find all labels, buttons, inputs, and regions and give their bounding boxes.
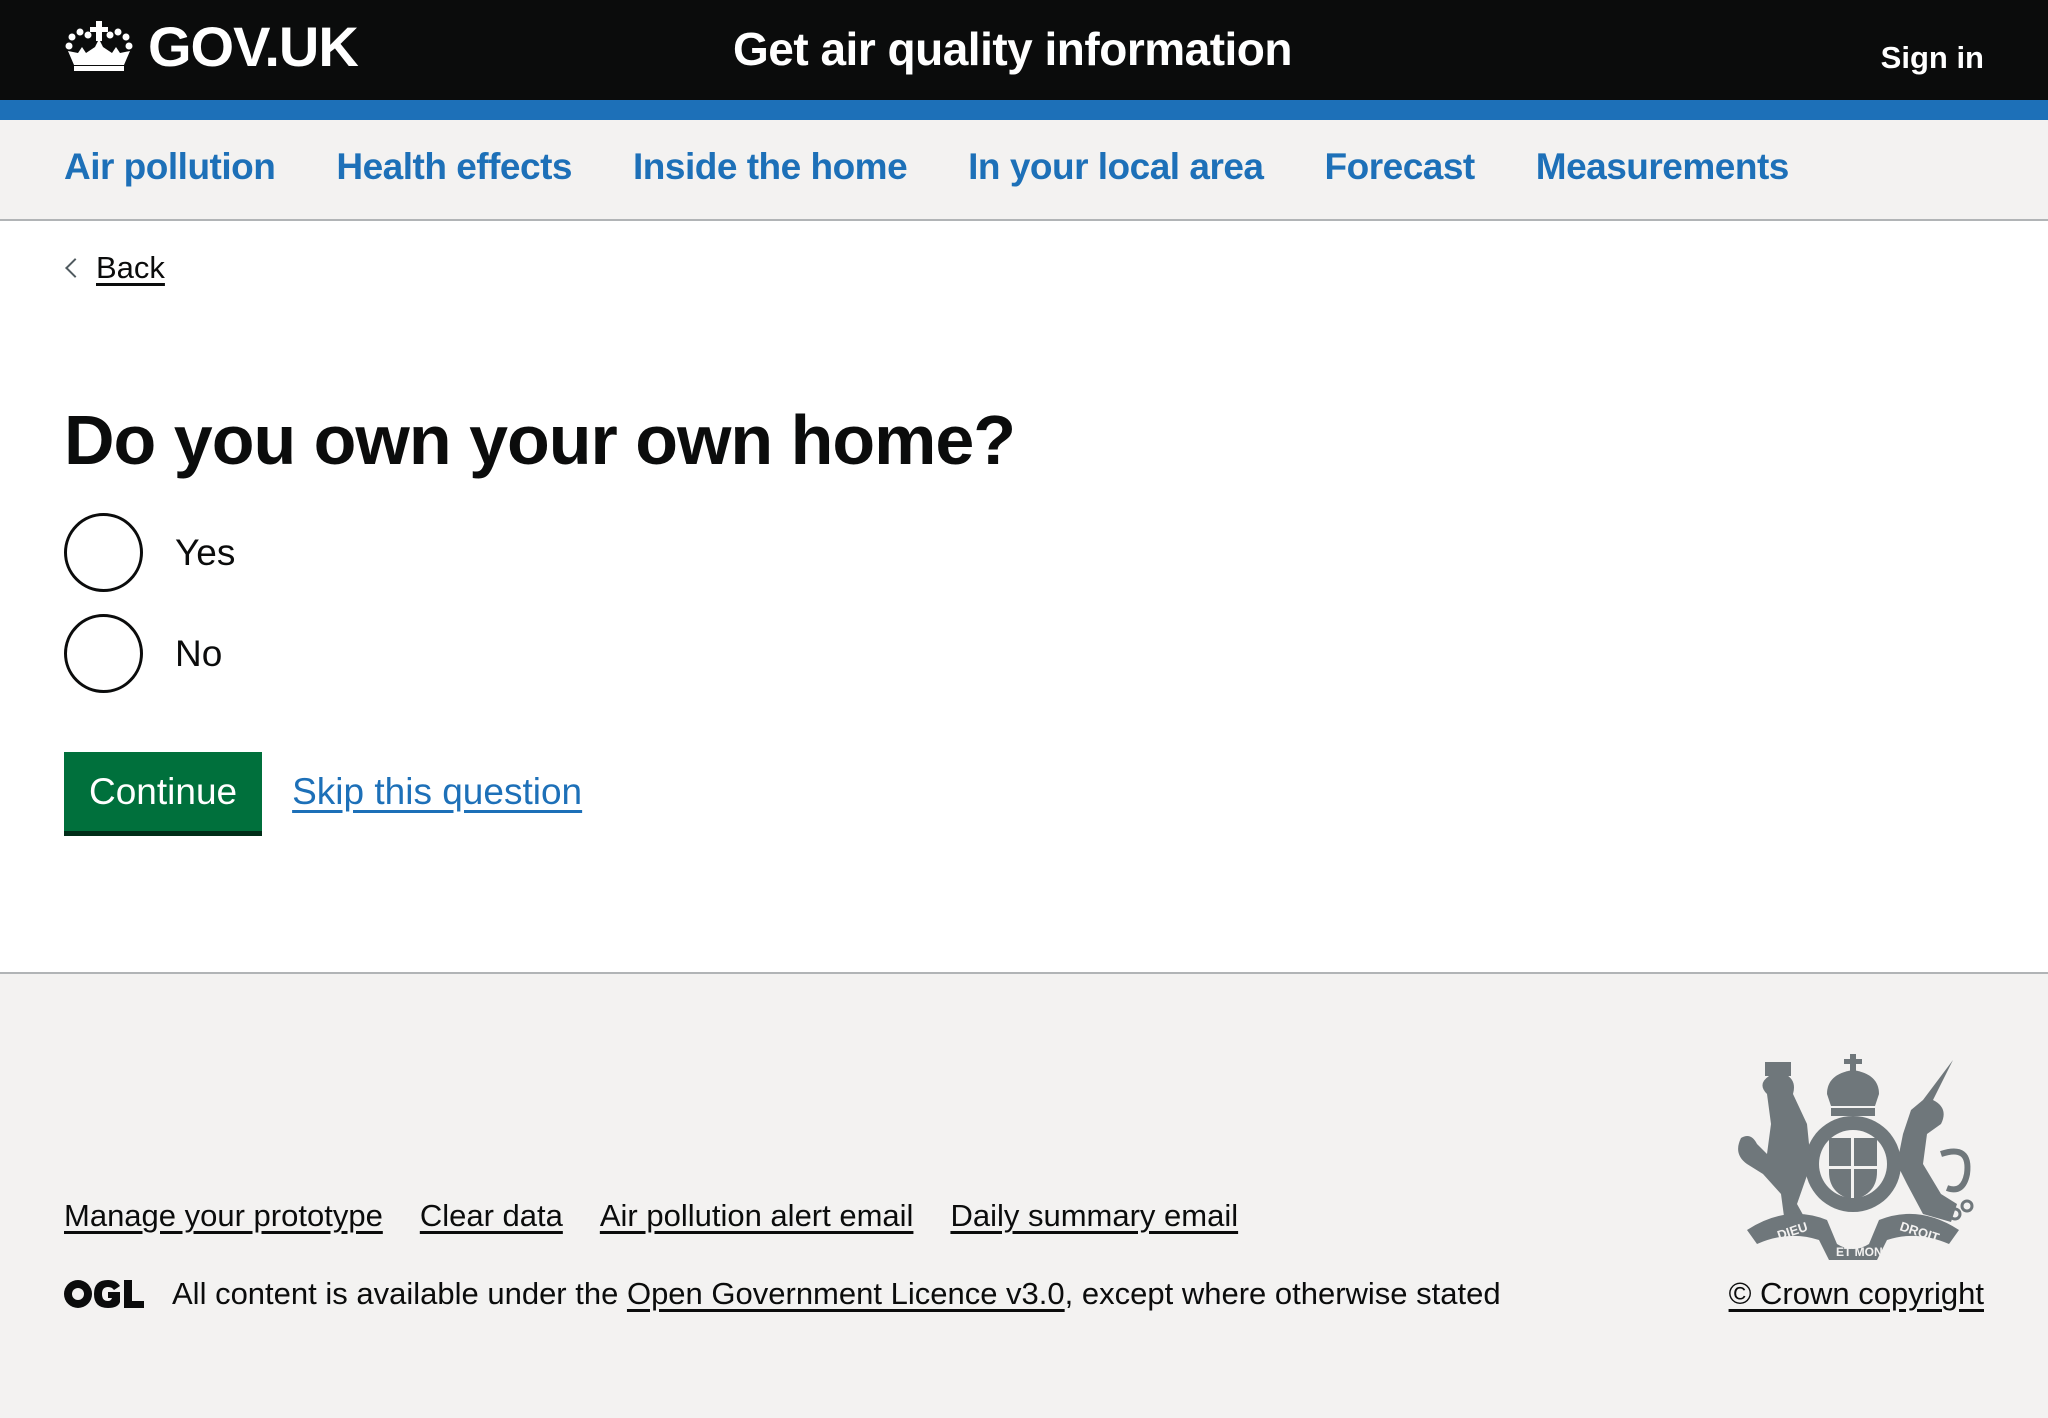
ogl-logo-icon [64, 1280, 144, 1308]
svg-text:ET MON: ET MON [1836, 1245, 1883, 1259]
crown-icon [65, 21, 133, 71]
licence-statement: All content is available under the Open … [64, 1276, 1501, 1312]
skip-question-link[interactable]: Skip this question [292, 771, 582, 813]
site-footer: DIEU ET MON DROIT Manage your prototype … [0, 972, 2048, 1418]
service-name-link[interactable]: Get air quality information [733, 22, 1293, 76]
form-actions: Continue Skip this question [64, 752, 582, 831]
licence-suffix: , except where otherwise stated [1064, 1276, 1501, 1311]
nav-item-inside-the-home[interactable]: Inside the home [633, 146, 908, 187]
crown-copyright-link[interactable]: © Crown copyright [1729, 1276, 1984, 1312]
back-link[interactable]: Back [64, 250, 165, 286]
sign-in-link[interactable]: Sign in [1881, 40, 1984, 76]
nav-item-health-effects[interactable]: Health effects [336, 146, 572, 187]
radio-option-yes[interactable]: Yes [64, 513, 235, 592]
radio-button-no[interactable] [64, 614, 143, 693]
back-link-label: Back [96, 250, 165, 285]
radio-button-yes[interactable] [64, 513, 143, 592]
logo-text: GOV.UK [148, 14, 359, 78]
radio-option-no[interactable]: No [64, 614, 235, 693]
service-navigation: Air pollution Health effects Inside the … [0, 120, 2048, 221]
footer-links: Manage your prototype Clear data Air pol… [64, 1198, 1275, 1234]
radio-group: Yes No [64, 513, 235, 715]
royal-coat-of-arms-icon: DIEU ET MON DROIT [1738, 1054, 1974, 1260]
header-blue-bar [0, 100, 2048, 120]
footer-link-clear-data[interactable]: Clear data [420, 1198, 563, 1233]
radio-label-no[interactable]: No [175, 633, 222, 675]
govuk-logo-link[interactable]: GOV.UK [64, 14, 359, 78]
footer-link-manage-prototype[interactable]: Manage your prototype [64, 1198, 383, 1233]
nav-item-in-your-local-area[interactable]: In your local area [968, 146, 1264, 187]
site-header: GOV.UK Get air quality information Sign … [0, 0, 2048, 100]
licence-prefix: All content is available under the [172, 1276, 627, 1311]
footer-link-daily-summary-email[interactable]: Daily summary email [950, 1198, 1238, 1233]
footer-link-air-pollution-alert-email[interactable]: Air pollution alert email [600, 1198, 914, 1233]
open-government-licence-link[interactable]: Open Government Licence v3.0 [627, 1276, 1065, 1312]
nav-item-air-pollution[interactable]: Air pollution [64, 146, 276, 187]
nav-item-forecast[interactable]: Forecast [1325, 146, 1476, 187]
radio-label-yes[interactable]: Yes [175, 532, 235, 574]
chevron-left-icon [65, 258, 85, 278]
page-title: Do you own your own home? [64, 401, 1016, 479]
continue-button[interactable]: Continue [64, 752, 263, 831]
nav-item-measurements[interactable]: Measurements [1536, 146, 1790, 187]
